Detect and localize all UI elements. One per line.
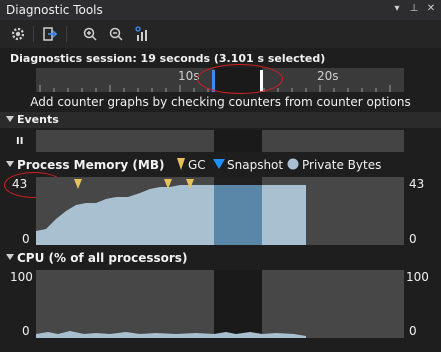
collapse-icon: [6, 116, 14, 122]
gear-icon[interactable]: [10, 26, 26, 42]
events-header[interactable]: Events: [0, 112, 441, 128]
cpu-y-max-left: 100: [10, 270, 33, 284]
private-bytes-swatch: [287, 158, 299, 170]
dropdown-icon[interactable]: ▾: [390, 2, 404, 16]
toolbar-separator: [66, 26, 67, 42]
cpu-area: [36, 270, 306, 338]
chart-settings-icon[interactable]: [134, 26, 150, 42]
export-icon[interactable]: [42, 26, 58, 42]
memory-title: Process Memory (MB): [17, 158, 165, 172]
snapshot-icon: [213, 159, 225, 169]
gc-marker: [186, 179, 194, 189]
tick-label-10s: 10s: [178, 69, 200, 83]
cpu-y-min-left: 0: [22, 324, 30, 338]
zoom-in-icon[interactable]: [82, 26, 98, 42]
pause-icon[interactable]: II: [16, 136, 23, 147]
events-track[interactable]: [36, 130, 404, 152]
counter-hint: Add counter graphs by checking counters …: [30, 95, 411, 109]
gc-marker: [74, 179, 82, 189]
session-summary: Diagnostics session: 19 seconds (3.101 s…: [10, 52, 326, 65]
collapse-icon: [6, 161, 14, 167]
pin-icon[interactable]: ⊥: [407, 2, 421, 16]
cpu-y-min-right: 0: [409, 324, 417, 338]
tick-label-20s: 20s: [317, 69, 339, 83]
toolbar-separator: [33, 26, 34, 42]
legend-snapshot: Snapshot: [227, 158, 284, 172]
collapse-icon: [6, 254, 14, 260]
events-selection: [214, 130, 262, 152]
memory-y-min-right: 0: [409, 232, 417, 246]
memory-chart[interactable]: [36, 177, 404, 245]
memory-y-min-left: 0: [22, 232, 30, 246]
close-icon[interactable]: ✕: [424, 2, 438, 16]
gc-marker: [164, 179, 172, 189]
events-title: Events: [17, 113, 59, 126]
title-bar: Diagnostic Tools ▾ ⊥ ✕: [0, 0, 441, 20]
toolbar: [0, 20, 441, 48]
annotation-circle: [197, 64, 283, 94]
cpu-chart[interactable]: [36, 270, 404, 338]
zoom-out-icon[interactable]: [108, 26, 124, 42]
gc-icon: [177, 158, 185, 170]
cpu-y-max-right: 100: [406, 270, 429, 284]
legend-gc: GC: [188, 158, 206, 172]
cpu-header[interactable]: CPU (% of all processors): [0, 250, 441, 266]
memory-y-max-right: 43: [409, 177, 425, 191]
cpu-title: CPU (% of all processors): [17, 251, 188, 265]
legend-private-bytes: Private Bytes: [302, 158, 382, 172]
window-title: Diagnostic Tools: [6, 3, 103, 17]
memory-area: [36, 177, 306, 245]
